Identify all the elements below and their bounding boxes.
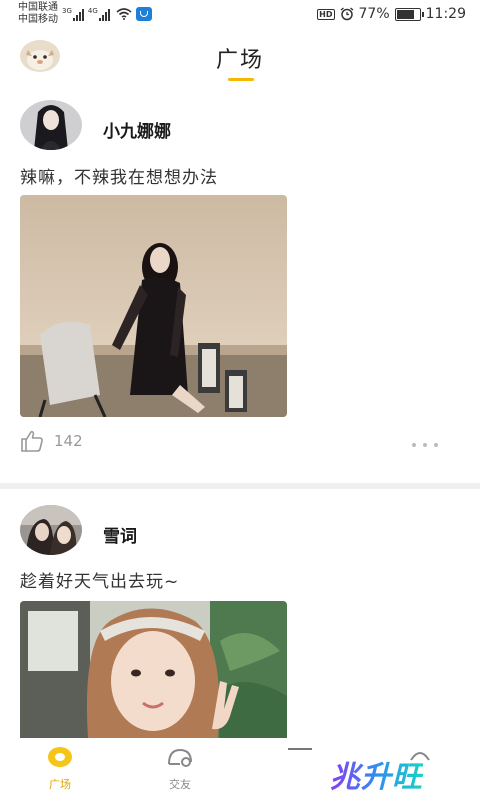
clock: 11:29 (425, 6, 466, 22)
post-image[interactable] (20, 195, 287, 417)
title-indicator (228, 78, 254, 81)
nav-tab-indicator (288, 748, 312, 750)
post-image[interactable] (20, 601, 287, 738)
signal-icon-1: 3G (62, 7, 84, 21)
carrier-1: 中国联通 (18, 2, 58, 13)
thumbs-up-icon[interactable] (20, 430, 44, 452)
carrier-info: 中国联通 中国移动 (18, 2, 58, 26)
like-count: 142 (54, 432, 83, 450)
top-header: 广场 (0, 36, 480, 86)
battery-percent: 77% (358, 6, 390, 22)
app-notification-icon (135, 7, 152, 21)
like-row: 142 (20, 430, 83, 452)
watermark-logo: 兆升旺 (330, 752, 423, 796)
bottom-nav: 广场 交友 兆升旺 (0, 738, 480, 800)
page-title: 广场 (215, 48, 264, 73)
network-type-2: 4G (87, 7, 98, 15)
hd-badge: HD (317, 8, 335, 20)
carrier-2: 中国移动 (18, 14, 58, 25)
post-content: 辣嘛，不辣我在想想办法 (20, 168, 218, 188)
signal-icon-2: 4G (88, 7, 110, 21)
nav-tab-label: 交友 (169, 778, 191, 791)
battery-icon (394, 7, 424, 21)
user-avatar[interactable] (20, 100, 82, 150)
square-icon (48, 747, 72, 767)
nav-tab-friend[interactable]: 交友 (150, 746, 210, 792)
nav-tab-label: 广场 (49, 778, 71, 791)
network-type-1: 3G (62, 7, 72, 15)
user-avatar[interactable] (20, 505, 82, 555)
status-bar: 中国联通 中国移动 3G 4G HD 77% 11:29 (0, 0, 480, 28)
alarm-icon (340, 7, 353, 21)
post-content: 趁着好天气出去玩~ (20, 572, 180, 592)
post-username[interactable]: 雪词 (103, 522, 137, 547)
wifi-icon (116, 8, 132, 20)
friend-icon (168, 748, 192, 767)
post-divider (0, 483, 480, 489)
nav-tab-square[interactable]: 广场 (30, 746, 90, 792)
post-username[interactable]: 小九娜娜 (103, 117, 171, 142)
more-options-icon[interactable] (412, 443, 438, 447)
